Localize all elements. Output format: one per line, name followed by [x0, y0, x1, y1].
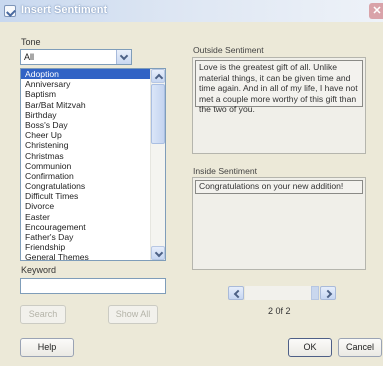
list-item[interactable]: Congratulations [21, 181, 151, 191]
outside-sentiment-text[interactable]: Love is the greatest gift of all. Unlike… [195, 60, 363, 114]
scroll-thumb[interactable] [151, 84, 165, 144]
list-item[interactable]: Adoption [21, 69, 151, 80]
app-icon [4, 5, 16, 17]
tone-dropdown[interactable]: All [20, 49, 132, 65]
window-title: Insert Sentiment [21, 4, 108, 16]
ok-button[interactable]: OK [288, 338, 332, 357]
list-item[interactable]: Confirmation [21, 171, 151, 181]
search-button[interactable]: Search [20, 305, 66, 324]
chevron-down-icon[interactable] [116, 50, 131, 64]
list-item[interactable]: General Themes [21, 252, 151, 260]
page-scroll-thumb[interactable] [311, 286, 319, 300]
occasion-list-items: Adoption Anniversary Baptism Bar/Bat Mitzva… [21, 69, 151, 260]
title-bar[interactable]: Insert Sentiment ✕ [0, 0, 383, 22]
list-item[interactable]: Friendship [21, 242, 151, 252]
list-item[interactable]: Bar/Bat Mitzvah [21, 100, 151, 110]
scroll-down-icon[interactable] [151, 246, 165, 260]
list-item[interactable]: Anniversary [21, 79, 151, 89]
list-item[interactable]: Christening [21, 140, 151, 150]
list-item[interactable]: Father's Day [21, 232, 151, 242]
page-indicator: 2 0f 2 [268, 306, 291, 316]
inside-sentiment-panel: Congratulations on your new addition! [192, 177, 366, 270]
tone-selected-value: All [24, 52, 35, 62]
scroll-up-icon[interactable] [151, 69, 165, 83]
list-item[interactable]: Divorce [21, 201, 151, 211]
list-item[interactable]: Difficult Times [21, 191, 151, 201]
list-item[interactable]: Birthday [21, 110, 151, 120]
list-item[interactable]: Christmas [21, 151, 151, 161]
page-scroll-track[interactable] [245, 286, 313, 300]
show-all-button[interactable]: Show All [108, 305, 158, 324]
list-item[interactable]: Baptism [21, 89, 151, 99]
list-item[interactable]: Encouragement [21, 222, 151, 232]
keyword-input[interactable] [20, 278, 166, 294]
list-item[interactable]: Cheer Up [21, 130, 151, 140]
list-item[interactable]: Easter [21, 212, 151, 222]
cancel-button[interactable]: Cancel [338, 338, 382, 357]
list-scrollbar[interactable] [150, 69, 165, 260]
outside-sentiment-label: Outside Sentiment [193, 45, 264, 55]
keyword-label: Keyword [21, 265, 57, 275]
list-item[interactable]: Communion [21, 161, 151, 171]
insert-sentiment-dialog: Insert Sentiment ✕ Tone All Adoption Anni… [0, 0, 383, 366]
help-button[interactable]: Help [20, 338, 74, 357]
inside-sentiment-text[interactable]: Congratulations on your new addition! [195, 180, 363, 194]
list-item[interactable]: Boss's Day [21, 120, 151, 130]
outside-sentiment-panel: Love is the greatest gift of all. Unlike… [192, 57, 366, 154]
previous-page-icon[interactable] [228, 286, 244, 300]
tone-label: Tone [21, 37, 41, 47]
close-button[interactable]: ✕ [369, 3, 383, 19]
occasion-list[interactable]: Adoption Anniversary Baptism Bar/Bat Mitzva… [20, 68, 166, 261]
next-page-icon[interactable] [320, 286, 336, 300]
inside-sentiment-label: Inside Sentiment [193, 166, 258, 176]
